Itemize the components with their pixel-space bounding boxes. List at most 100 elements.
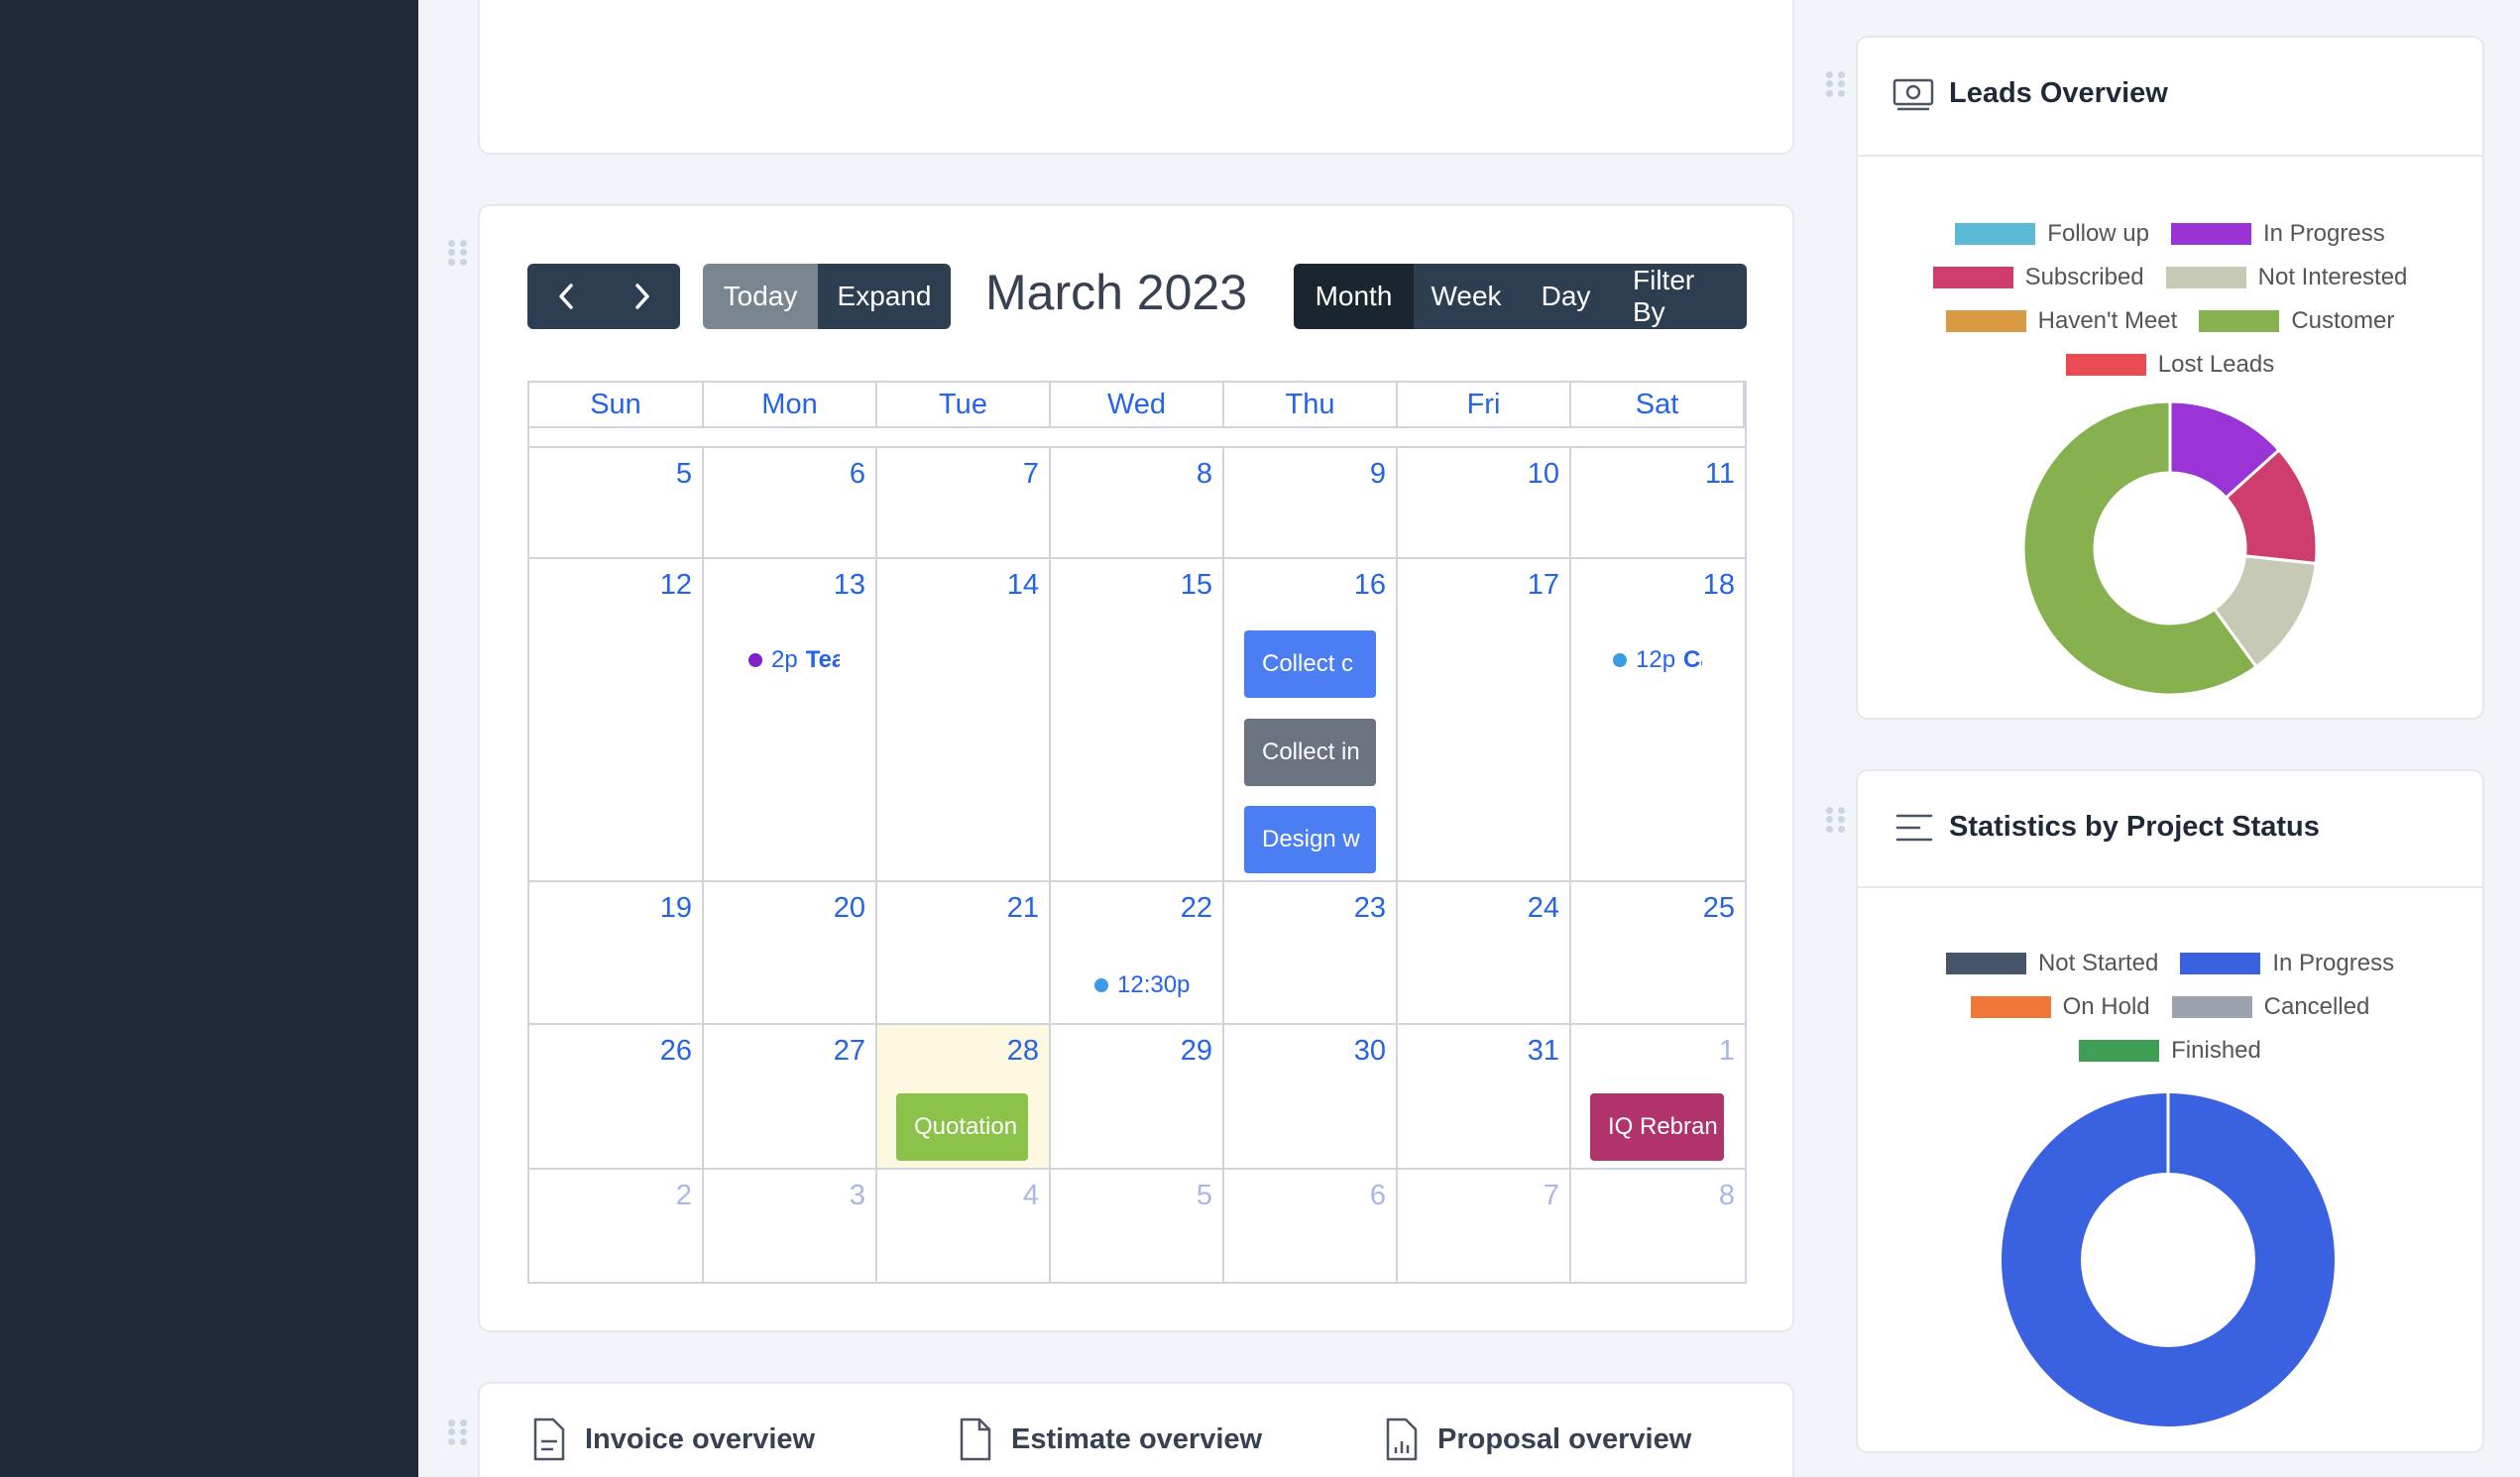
day-cell[interactable]: 19 (529, 882, 704, 1025)
day-number[interactable]: 7 (1023, 458, 1039, 491)
day-number[interactable]: 13 (834, 569, 865, 602)
day-number[interactable]: 29 (1181, 1035, 1212, 1068)
day-number[interactable]: 14 (1007, 569, 1039, 602)
day-cell[interactable]: 23 (1224, 882, 1398, 1025)
day-number[interactable]: 10 (1528, 458, 1559, 491)
day-number[interactable]: 6 (850, 458, 865, 491)
day-cell[interactable]: 3 (704, 1170, 877, 1282)
day-number[interactable]: 31 (1528, 1035, 1559, 1068)
day-number[interactable]: 1 (1719, 1035, 1735, 1068)
view-month-button[interactable]: Month (1294, 264, 1414, 329)
day-cell[interactable]: 29 (1051, 1025, 1224, 1170)
event-wed22[interactable]: 12:30p (1094, 971, 1213, 999)
day-number[interactable]: 12 (660, 569, 692, 602)
day-number[interactable]: 17 (1528, 569, 1559, 602)
day-cell[interactable]: 7 (877, 448, 1051, 559)
today-button[interactable]: Today (703, 264, 818, 329)
event-title: Ca (1683, 646, 1702, 673)
day-number[interactable]: 18 (1703, 569, 1735, 602)
day-number[interactable]: 16 (1354, 569, 1386, 602)
day-number[interactable]: 15 (1181, 569, 1212, 602)
legend-follow-up[interactable]: Follow up (1955, 220, 2149, 248)
event-thu16-collect-c[interactable]: Collect c (1244, 630, 1376, 698)
day-cell[interactable]: 22 (1051, 882, 1224, 1025)
day-number[interactable]: 5 (676, 458, 692, 491)
legend-cancelled[interactable]: Cancelled (2171, 993, 2369, 1021)
day-number[interactable]: 24 (1528, 892, 1559, 925)
next-month-button[interactable] (604, 264, 680, 329)
day-number[interactable]: 22 (1181, 892, 1212, 925)
day-cell[interactable]: 27 (704, 1025, 877, 1170)
legend-customer[interactable]: Customer (2199, 307, 2394, 335)
day-number[interactable]: 28 (1007, 1035, 1039, 1068)
day-cell[interactable]: 26 (529, 1025, 704, 1170)
legend-on-hold[interactable]: On Hold (1970, 993, 2150, 1021)
overview-drag-handle[interactable] (448, 1420, 468, 1445)
day-cell[interactable]: 17 (1398, 559, 1571, 882)
day-cell[interactable]: 2 (529, 1170, 704, 1282)
day-number[interactable]: 11 (1705, 458, 1735, 491)
day-cell[interactable]: 13 (704, 559, 877, 882)
day-cell[interactable]: 10 (1398, 448, 1571, 559)
day-cell[interactable]: 15 (1051, 559, 1224, 882)
day-cell[interactable]: 11 (1571, 448, 1745, 559)
day-cell[interactable]: 24 (1398, 882, 1571, 1025)
day-number[interactable]: 26 (660, 1035, 692, 1068)
day-number[interactable]: 8 (1719, 1180, 1735, 1212)
event-mon13[interactable]: 2p Tea (748, 646, 840, 674)
legend-in-progress[interactable]: In Progress (2171, 220, 2385, 248)
day-number[interactable]: 25 (1703, 892, 1735, 925)
day-number[interactable]: 19 (660, 892, 692, 925)
view-week-button[interactable]: Week (1414, 264, 1519, 329)
day-number[interactable]: 2 (676, 1180, 692, 1212)
day-cell[interactable]: 14 (877, 559, 1051, 882)
expand-button[interactable]: Expand (818, 264, 951, 329)
day-cell[interactable]: 8 (1571, 1170, 1745, 1282)
legend-not-interested[interactable]: Not Interested (2165, 264, 2407, 291)
day-number[interactable]: 27 (834, 1035, 865, 1068)
day-cell[interactable]: 7 (1398, 1170, 1571, 1282)
day-number[interactable]: 23 (1354, 892, 1386, 925)
filter-by-button[interactable]: Filter By (1613, 264, 1747, 329)
legend-havent-meet[interactable]: Haven't Meet (1945, 307, 2177, 335)
day-cell[interactable]: 30 (1224, 1025, 1398, 1170)
view-day-button[interactable]: Day (1519, 264, 1613, 329)
day-number[interactable]: 6 (1370, 1180, 1386, 1212)
day-cell[interactable]: 9 (1224, 448, 1398, 559)
day-number[interactable]: 30 (1354, 1035, 1386, 1068)
project-stats-drag-handle[interactable] (1826, 807, 1846, 833)
calendar-drag-handle[interactable] (448, 240, 468, 266)
day-cell[interactable]: 5 (1051, 1170, 1224, 1282)
day-cell[interactable]: 12 (529, 559, 704, 882)
event-sat1-rebrand[interactable]: IQ Rebran (1590, 1093, 1724, 1161)
day-number[interactable]: 9 (1370, 458, 1386, 491)
legend-not-started[interactable]: Not Started (1945, 950, 2158, 977)
legend-lost-leads[interactable]: Lost Leads (2065, 351, 2274, 379)
day-number[interactable]: 8 (1197, 458, 1212, 491)
event-sat18[interactable]: 12p Ca (1613, 646, 1702, 674)
event-thu16-collect-in[interactable]: Collect in (1244, 719, 1376, 786)
day-cell[interactable]: 25 (1571, 882, 1745, 1025)
event-tue28-quotation[interactable]: Quotation (896, 1093, 1028, 1161)
legend-project-in-progress[interactable]: In Progress (2180, 950, 2394, 977)
day-number[interactable]: 20 (834, 892, 865, 925)
day-number[interactable]: 21 (1007, 892, 1039, 925)
day-number[interactable]: 4 (1023, 1180, 1039, 1212)
day-number[interactable]: 7 (1544, 1180, 1559, 1212)
day-cell[interactable]: 5 (529, 448, 704, 559)
day-number[interactable]: 5 (1197, 1180, 1212, 1212)
day-cell[interactable]: 20 (704, 882, 877, 1025)
day-cell[interactable]: 4 (877, 1170, 1051, 1282)
day-cell[interactable]: 18 (1571, 559, 1745, 882)
day-number[interactable]: 3 (850, 1180, 865, 1212)
day-cell[interactable]: 31 (1398, 1025, 1571, 1170)
event-thu16-design[interactable]: Design w (1244, 806, 1376, 873)
leads-drag-handle[interactable] (1826, 71, 1846, 97)
prev-month-button[interactable] (527, 264, 604, 329)
day-cell[interactable]: 6 (704, 448, 877, 559)
day-cell[interactable]: 8 (1051, 448, 1224, 559)
day-cell[interactable]: 21 (877, 882, 1051, 1025)
day-cell[interactable]: 6 (1224, 1170, 1398, 1282)
legend-subscribed[interactable]: Subscribed (1932, 264, 2144, 291)
legend-finished[interactable]: Finished (2079, 1037, 2261, 1065)
